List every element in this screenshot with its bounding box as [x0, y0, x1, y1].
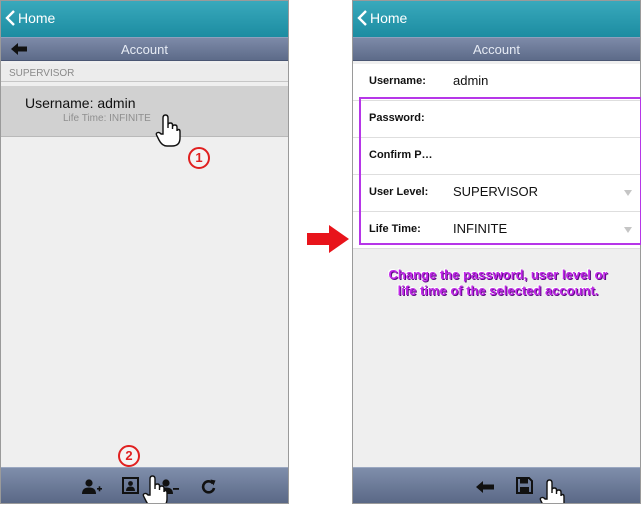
- pointer-hand-icon: [539, 479, 565, 503]
- chevron-left-icon: [357, 10, 367, 26]
- section-header: SUPERVISOR: [1, 64, 288, 82]
- account-username: Username: admin: [25, 95, 136, 111]
- page-title: Account: [121, 42, 168, 57]
- life-time-row: Life Time: INFINITE: [353, 212, 640, 249]
- top-bar: Home: [1, 1, 288, 37]
- home-link[interactable]: Home: [357, 10, 407, 26]
- add-user-icon[interactable]: [82, 479, 102, 494]
- dropdown-arrow-icon[interactable]: [624, 190, 632, 196]
- password-label: Password:: [369, 112, 425, 124]
- refresh-icon[interactable]: [201, 479, 216, 494]
- account-lifetime: Life Time: INFINITE: [63, 113, 151, 124]
- username-row: Username: admin: [353, 64, 640, 101]
- username-field[interactable]: admin: [453, 73, 488, 88]
- pointer-hand-icon: [142, 475, 168, 503]
- back-icon[interactable]: [476, 481, 494, 493]
- page-title: Account: [473, 42, 520, 57]
- account-form: Username: admin Password: Confirm P… Use…: [353, 64, 640, 249]
- user-level-label: User Level:: [369, 186, 429, 198]
- pointer-hand-icon: [155, 114, 181, 147]
- transition-arrow-icon: [307, 225, 349, 253]
- confirm-password-row: Confirm P…: [353, 138, 640, 175]
- save-icon[interactable]: [516, 477, 533, 494]
- home-link[interactable]: Home: [5, 10, 55, 26]
- annotation-note: Change the password, user level or life …: [388, 267, 608, 298]
- user-level-select[interactable]: SUPERVISOR: [453, 184, 538, 199]
- user-level-row: User Level: SUPERVISOR: [353, 175, 640, 212]
- confirm-password-field[interactable]: [453, 147, 623, 165]
- account-row[interactable]: Username: admin Life Time: INFINITE: [1, 86, 288, 137]
- step-marker-1: 1: [188, 147, 210, 169]
- home-label: Home: [370, 10, 408, 26]
- home-label: Home: [18, 10, 56, 26]
- password-row: Password:: [353, 101, 640, 138]
- bottom-toolbar: [353, 467, 640, 503]
- top-bar: Home: [353, 1, 640, 37]
- confirm-password-label: Confirm P…: [369, 149, 433, 161]
- left-screen: Home Account SUPERVISOR Username: admin …: [0, 0, 289, 504]
- life-time-select[interactable]: INFINITE: [453, 221, 507, 236]
- nav-bar: Account: [1, 37, 288, 61]
- life-time-label: Life Time:: [369, 223, 421, 235]
- right-screen: Home Account Username: admin Password: C…: [352, 0, 641, 504]
- chevron-left-icon: [5, 10, 15, 26]
- nav-bar: Account: [353, 37, 640, 61]
- username-label: Username:: [369, 75, 426, 87]
- edit-user-icon[interactable]: [122, 477, 139, 494]
- dropdown-arrow-icon[interactable]: [624, 227, 632, 233]
- step-marker-2: 2: [118, 445, 140, 467]
- password-field[interactable]: [453, 110, 623, 128]
